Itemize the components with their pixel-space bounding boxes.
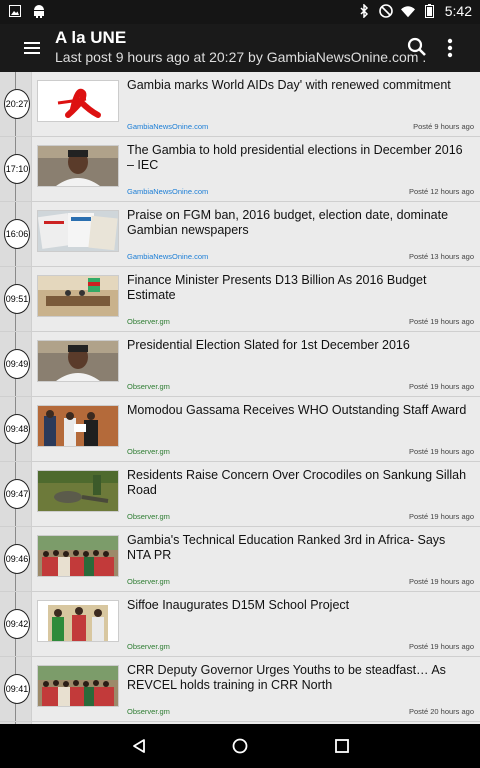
article-list[interactable]: 20:27 Gambia marks World AIDs Day' with r… bbox=[0, 72, 480, 724]
menu-icon[interactable] bbox=[22, 38, 42, 58]
article-source[interactable]: Observer.gm bbox=[127, 447, 170, 456]
award-ceremony-image[interactable] bbox=[37, 405, 119, 447]
recents-icon[interactable] bbox=[330, 736, 354, 756]
image-icon bbox=[8, 4, 22, 18]
search-icon[interactable] bbox=[406, 36, 428, 58]
status-bar: 5:42 bbox=[0, 0, 480, 24]
article-headline[interactable]: Finance Minister Presents D13 Billion As… bbox=[127, 273, 472, 303]
article-row[interactable]: 20:27 Gambia marks World AIDs Day' with r… bbox=[0, 72, 480, 137]
bluetooth-icon bbox=[357, 4, 371, 18]
article-headline[interactable]: Gambia marks World AIDs Day' with renewe… bbox=[127, 78, 472, 93]
group-photo-image[interactable] bbox=[37, 535, 119, 577]
article-posted-time: Posté 19 hours ago bbox=[408, 512, 474, 521]
time-badge: 17:10 bbox=[4, 154, 30, 184]
article-posted-time: Posté 19 hours ago bbox=[408, 317, 474, 326]
article-posted-time: Posté 20 hours ago bbox=[408, 707, 474, 716]
page-subtitle: Last post 9 hours ago at 20:27 by Gambia… bbox=[55, 49, 427, 65]
article-posted-time: Posté 19 hours ago bbox=[408, 577, 474, 586]
article-row[interactable]: 09:49 Presidential Election Slated for 1s… bbox=[0, 332, 480, 397]
time-badge: 09:46 bbox=[4, 544, 30, 574]
time-badge: 09:48 bbox=[4, 414, 30, 444]
article-source[interactable]: Observer.gm bbox=[127, 642, 170, 651]
article-headline[interactable]: Gambia's Technical Education Ranked 3rd … bbox=[127, 533, 472, 563]
red-ribbon-image[interactable] bbox=[37, 80, 119, 122]
article-posted-time: Posté 13 hours ago bbox=[408, 252, 474, 261]
article-source[interactable]: Observer.gm bbox=[127, 512, 170, 521]
article-source[interactable]: Observer.gm bbox=[127, 317, 170, 326]
article-source[interactable]: GambiaNewsOnine.com bbox=[127, 187, 208, 196]
crocodile-image[interactable] bbox=[37, 470, 119, 512]
article-row[interactable]: 09:47 Residents Raise Concern Over Crocod… bbox=[0, 462, 480, 527]
article-source[interactable]: GambiaNewsOnine.com bbox=[127, 122, 208, 131]
time-badge: 09:41 bbox=[4, 674, 30, 704]
home-icon[interactable] bbox=[228, 736, 252, 756]
article-source[interactable]: GambiaNewsOnine.com bbox=[127, 252, 208, 261]
article-headline[interactable]: The Gambia to hold presidential election… bbox=[127, 143, 472, 173]
page-title: A la UNE bbox=[55, 28, 127, 47]
article-headline[interactable]: Siffoe Inaugurates D15M School Project bbox=[127, 598, 472, 613]
article-row[interactable]: 09:48 Momodou Gassama Receives WHO Outsta… bbox=[0, 397, 480, 462]
article-row[interactable]: 09:42 Siffoe Inaugurates D15M School Proj… bbox=[0, 592, 480, 657]
back-icon[interactable] bbox=[127, 736, 151, 756]
article-row[interactable]: 09:41 CRR Deputy Governor Urges Youths to… bbox=[0, 657, 480, 722]
navigation-bar bbox=[0, 724, 480, 768]
article-posted-time: Posté 19 hours ago bbox=[408, 642, 474, 651]
status-time: 5:42 bbox=[444, 3, 472, 19]
android-icon bbox=[32, 4, 46, 18]
official-portrait-image[interactable] bbox=[37, 145, 119, 187]
article-posted-time: Posté 12 hours ago bbox=[408, 187, 474, 196]
official-portrait-image[interactable] bbox=[37, 340, 119, 382]
article-row[interactable]: 17:10 The Gambia to hold presidential ele… bbox=[0, 137, 480, 202]
wifi-icon bbox=[400, 4, 415, 18]
article-row[interactable]: 09:51 Finance Minister Presents D13 Billi… bbox=[0, 267, 480, 332]
time-badge: 09:47 bbox=[4, 479, 30, 509]
article-posted-time: Posté 19 hours ago bbox=[408, 382, 474, 391]
time-badge: 09:49 bbox=[4, 349, 30, 379]
time-badge: 09:51 bbox=[4, 284, 30, 314]
parliament-image[interactable] bbox=[37, 275, 119, 317]
do-not-disturb-icon bbox=[378, 4, 393, 18]
article-posted-time: Posté 19 hours ago bbox=[408, 447, 474, 456]
group-photo-image[interactable] bbox=[37, 665, 119, 707]
article-headline[interactable]: CRR Deputy Governor Urges Youths to be s… bbox=[127, 663, 472, 693]
app-bar: A la UNE Last post 9 hours ago at 20:27 … bbox=[0, 24, 480, 72]
more-icon[interactable] bbox=[442, 36, 458, 60]
newspapers-image[interactable] bbox=[37, 210, 119, 252]
article-source[interactable]: Observer.gm bbox=[127, 382, 170, 391]
article-posted-time: Posté 9 hours ago bbox=[413, 122, 474, 131]
article-source[interactable]: Observer.gm bbox=[127, 707, 170, 716]
time-badge: 20:27 bbox=[4, 89, 30, 119]
battery-icon bbox=[423, 4, 437, 18]
article-row[interactable]: 09:46 Gambia's Technical Education Ranked… bbox=[0, 527, 480, 592]
article-headline[interactable]: Residents Raise Concern Over Crocodiles … bbox=[127, 468, 472, 498]
article-headline[interactable]: Momodou Gassama Receives WHO Outstanding… bbox=[127, 403, 472, 418]
time-badge: 16:06 bbox=[4, 219, 30, 249]
article-source[interactable]: Observer.gm bbox=[127, 577, 170, 586]
school-event-image[interactable] bbox=[37, 600, 119, 642]
article-headline[interactable]: Presidential Election Slated for 1st Dec… bbox=[127, 338, 472, 353]
time-badge: 09:42 bbox=[4, 609, 30, 639]
article-row[interactable]: 16:06 Praise on FGM ban, 2016 budget, ele… bbox=[0, 202, 480, 267]
article-headline[interactable]: Praise on FGM ban, 2016 budget, election… bbox=[127, 208, 472, 238]
